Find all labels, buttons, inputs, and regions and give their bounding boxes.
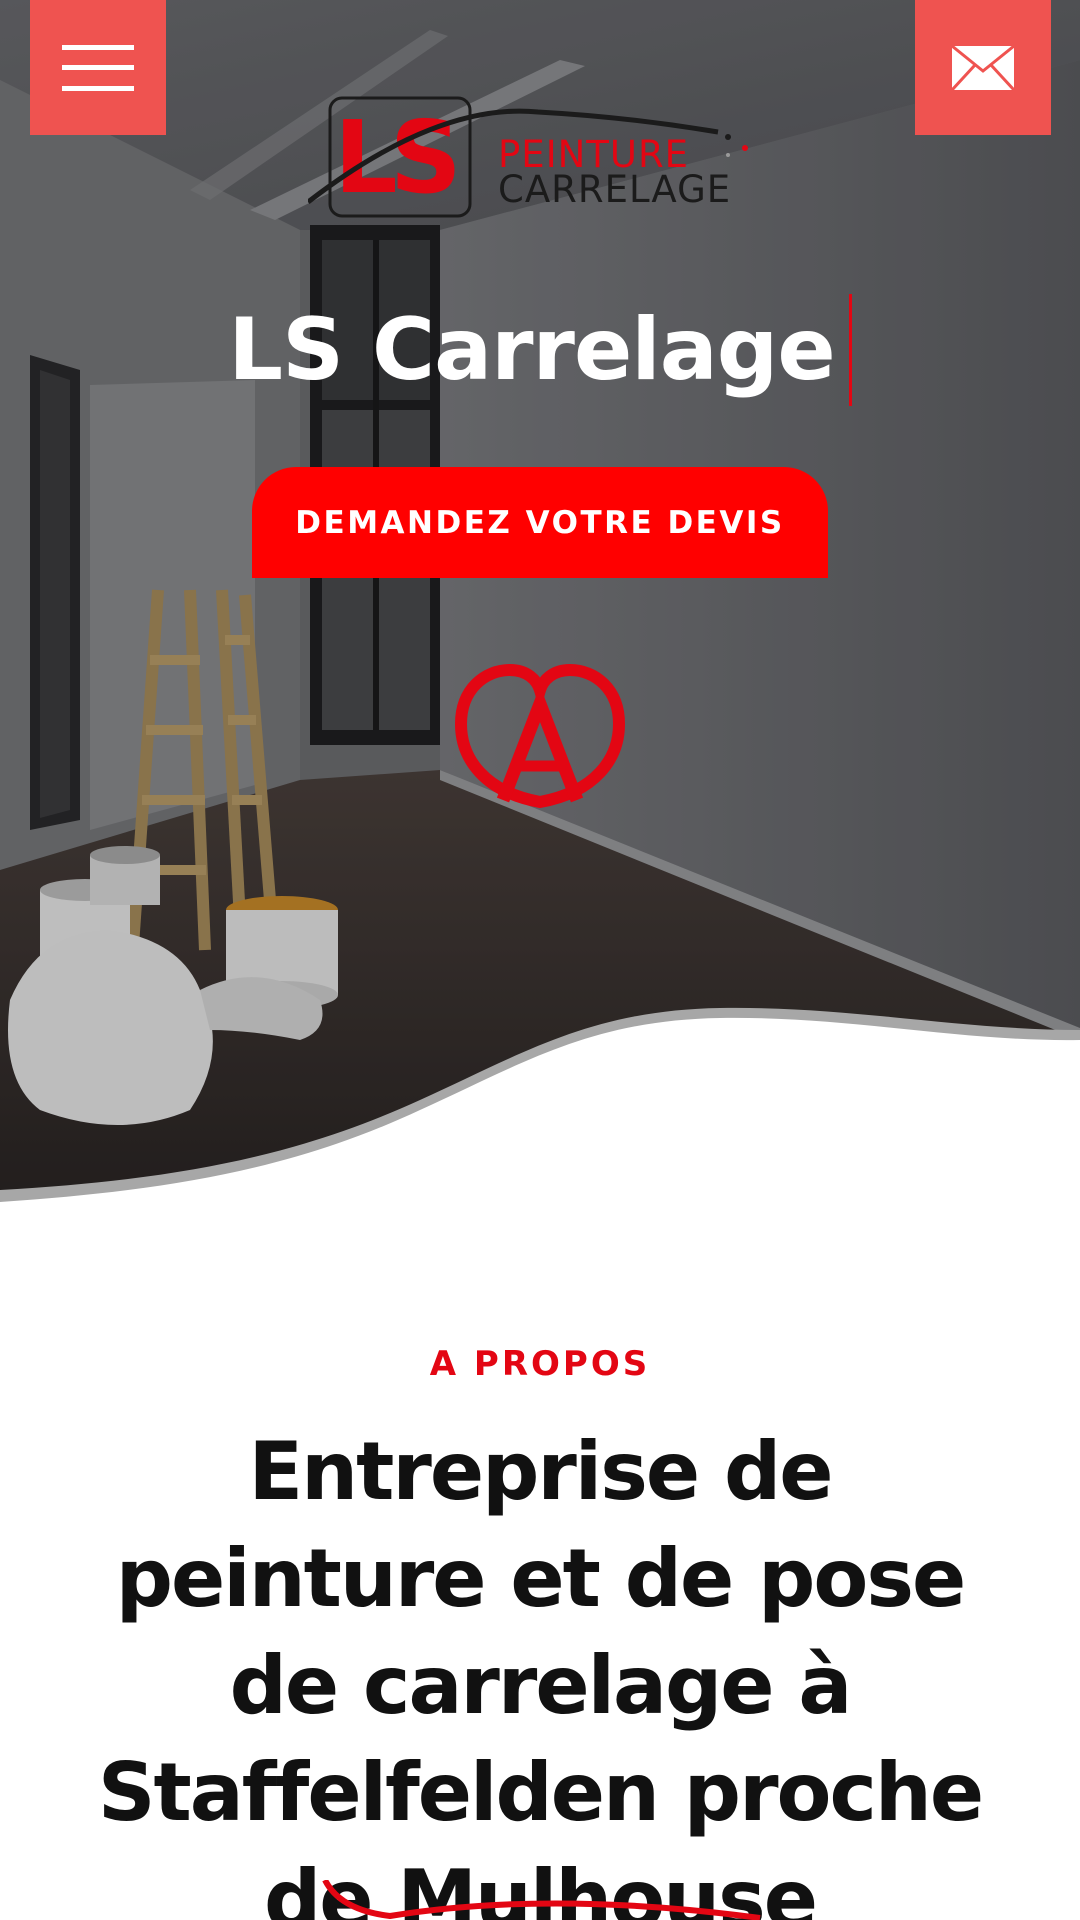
contact-mail-button[interactable]: [915, 0, 1051, 135]
about-kicker: A PROPOS: [429, 1344, 651, 1384]
site-logo[interactable]: LS PEINTURE CARRELAGE: [308, 92, 758, 222]
envelope-icon: [951, 44, 1015, 91]
typing-cursor: [848, 293, 852, 406]
menu-button[interactable]: [30, 0, 166, 135]
hero-title: LS Carrelage: [0, 290, 1080, 412]
request-quote-button[interactable]: DEMANDEZ VOTRE DEVIS: [252, 467, 828, 578]
alsace-heart-a-icon: [455, 664, 625, 808]
hero-title-text: LS Carrelage: [228, 300, 835, 400]
page: LS PEINTURE CARRELAGE LS Carrelage DEMAN…: [0, 0, 1080, 1920]
logo-mark: LS: [334, 99, 455, 216]
hero-wave-divider: [0, 1007, 1080, 1210]
decorative-swoosh: [322, 1880, 761, 1920]
about-heading: Entreprise de peinture et de pose de car…: [97, 1425, 984, 1920]
logo-line-carrelage: CARRELAGE: [498, 168, 731, 211]
hamburger-menu-icon: [62, 44, 134, 91]
